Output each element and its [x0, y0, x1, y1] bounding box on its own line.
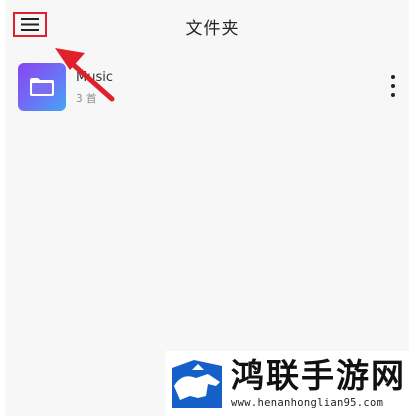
- more-options-icon-dot: [391, 75, 395, 79]
- app-bar: 文件夹: [0, 0, 415, 52]
- folder-track-count: 3 首: [76, 93, 97, 105]
- app-screen: 文件夹 Music 3 首 鸿联手游网 www.henanhonglian95.…: [0, 0, 415, 416]
- watermark: 鸿联手游网 www.henanhonglian95.com: [165, 351, 415, 416]
- watermark-url: www.henanhonglian95.com: [231, 397, 384, 409]
- page-title: 文件夹: [185, 19, 240, 39]
- folder-list-item[interactable]: Music 3 首: [0, 58, 415, 114]
- more-options-icon-dot: [391, 93, 395, 97]
- more-options-icon-dot: [391, 84, 395, 88]
- brand-logo-icon: [168, 356, 226, 411]
- folder-thumbnail: [18, 63, 66, 111]
- folder-name: Music: [76, 70, 113, 85]
- watermark-brand: 鸿联手游网: [231, 356, 406, 395]
- more-options-button[interactable]: [386, 75, 400, 97]
- folder-icon: [30, 78, 54, 96]
